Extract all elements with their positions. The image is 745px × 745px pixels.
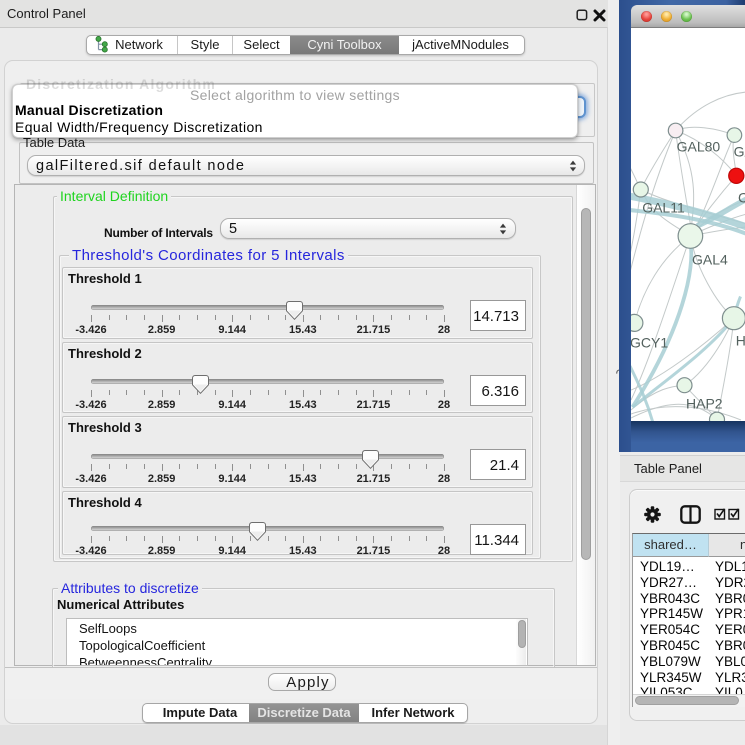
- svg-text:HAP2: HAP2: [686, 396, 723, 412]
- svg-text:HA: HA: [736, 333, 745, 349]
- svg-text:GAL4: GAL4: [692, 252, 728, 268]
- svg-text:GAL11: GAL11: [642, 200, 685, 216]
- svg-text:CY: CY: [738, 190, 745, 206]
- svg-text:GAL80: GAL80: [677, 139, 721, 155]
- svg-text:GCY1: GCY1: [631, 335, 668, 351]
- svg-text:GAL2: GAL2: [734, 144, 745, 160]
